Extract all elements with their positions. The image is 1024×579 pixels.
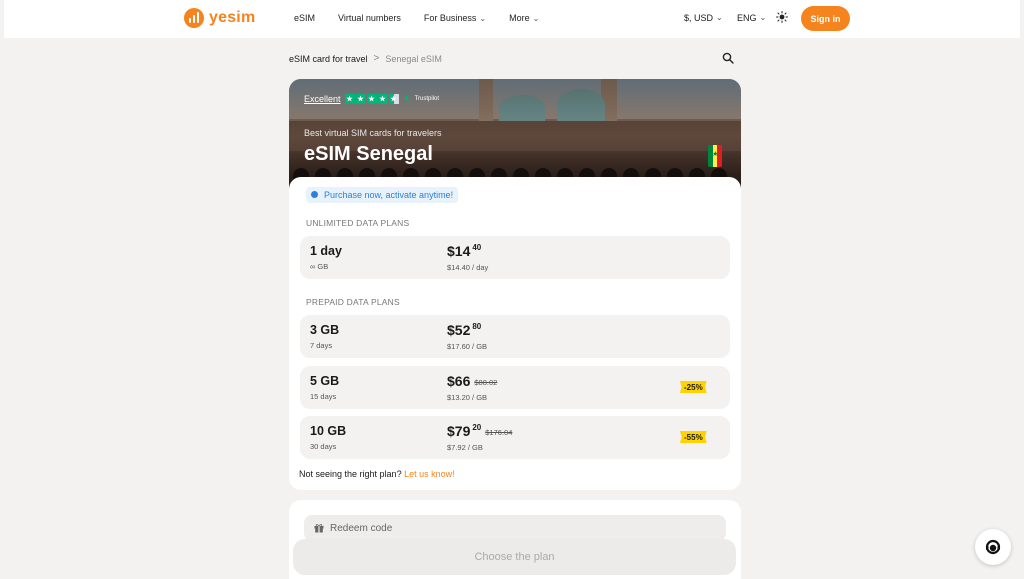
top-header: yesim eSIM Virtual numbers For Business ⌄… <box>4 0 1020 38</box>
plan-name: 3 GB <box>310 323 340 337</box>
old-price: $176.04 <box>485 428 513 437</box>
price-cents: 80 <box>472 322 482 331</box>
breadcrumb-separator: > <box>373 53 380 64</box>
price-main: $14 <box>447 243 471 259</box>
chevron-down-icon: ⌄ <box>716 13 723 22</box>
old-price: $88.02 <box>474 378 498 387</box>
logo-icon <box>184 8 204 28</box>
sun-icon[interactable] <box>776 11 788 23</box>
nav-label: More <box>509 13 530 23</box>
trustpilot-star-icon: ★ <box>402 93 411 103</box>
trustpilot-rating[interactable]: Excellent ★ ★ ★ ★ ★ ★ Trustpilot <box>304 93 439 104</box>
plan-duration: 30 days <box>310 442 337 451</box>
language-label: ENG <box>737 13 757 23</box>
page-title: eSIM Senegal <box>304 143 433 165</box>
trustpilot-stars-icon: ★ ★ ★ ★ ★ <box>344 93 399 104</box>
search-icon[interactable] <box>722 52 734 64</box>
redeem-placeholder: Redeem code <box>330 522 393 534</box>
plan-duration: 7 days <box>310 341 333 350</box>
language-selector[interactable]: ENG ⌄ <box>737 13 766 23</box>
chevron-down-icon: ⌄ <box>479 13 487 23</box>
price-main: $79 <box>447 423 471 439</box>
plan-price: $79 20 $176.04 <box>447 423 512 439</box>
plan-name: 1 day <box>310 244 342 258</box>
unlimited-heading: UNLIMITED DATA PLANS <box>306 218 410 228</box>
plan-unit-price: $13.20 / GB <box>447 393 488 402</box>
nav-label: For Business <box>423 13 477 23</box>
plan-unit-price: $17.60 / GB <box>447 342 488 351</box>
price-main: $66 <box>447 373 471 389</box>
discount-badge: -25% <box>680 381 707 393</box>
yesim-logo[interactable]: yesim <box>184 8 255 28</box>
hero-subtitle: Best virtual SIM cards for travelers <box>304 128 442 138</box>
discount-badge: -55% <box>680 431 707 443</box>
sign-in-button[interactable]: Sign in <box>801 6 850 31</box>
nav-item-for-business[interactable]: For Business ⌄ <box>424 13 486 23</box>
breadcrumb: eSIM card for travel > Senegal eSIM <box>289 53 442 64</box>
plans-card: Purchase now, activate anytime! UNLIMITE… <box>289 177 741 490</box>
support-chat-button[interactable] <box>975 529 1011 565</box>
choose-plan-button[interactable]: Choose the plan <box>293 539 736 575</box>
currency-label: $, USD <box>684 13 714 23</box>
price-main: $52 <box>447 322 471 338</box>
nav-item-more[interactable]: More ⌄ <box>509 13 539 23</box>
plan-unit-price: $14.40 / day <box>447 263 489 272</box>
plan-price: $52 80 <box>447 322 481 338</box>
plan-price: $66 $88.02 <box>447 373 497 389</box>
price-cents: 40 <box>472 243 482 252</box>
gift-icon <box>314 524 324 533</box>
senegal-flag-icon <box>708 145 722 167</box>
nav-label: eSIM <box>294 13 316 23</box>
main-nav: eSIM Virtual numbers For Business ⌄ More ⌄ <box>294 13 539 23</box>
trustpilot-label: Trustpilot <box>414 95 440 102</box>
plan-duration: 15 days <box>310 392 337 401</box>
breadcrumb-item-current: Senegal eSIM <box>385 53 442 64</box>
plan-name: 5 GB <box>310 374 340 388</box>
currency-selector[interactable]: $, USD ⌄ <box>684 13 723 23</box>
prepaid-heading: PREPAID DATA PLANS <box>306 297 400 307</box>
plan-row-unlimited-1-day[interactable]: 1 day ∞ GB $14 40 $14.40 / day <box>300 236 730 279</box>
plan-price: $14 40 <box>447 243 481 259</box>
nav-item-virtual-numbers[interactable]: Virtual numbers <box>338 13 401 23</box>
chevron-down-icon: ⌄ <box>759 13 767 22</box>
not-seeing-plan-text: Not seeing the right plan? Let us know! <box>299 469 455 479</box>
plan-row-3gb[interactable]: 3 GB 7 days $52 80 $17.60 / GB <box>300 315 730 358</box>
nav-label: Virtual numbers <box>338 13 401 23</box>
plan-row-10gb[interactable]: 10 GB 30 days $79 20 $176.04 $7.92 / GB -5… <box>300 416 730 459</box>
plan-data: ∞ GB <box>310 262 329 271</box>
let-us-know-link[interactable]: Let us know! <box>404 469 455 479</box>
promo-badge: Purchase now, activate anytime! <box>306 187 459 203</box>
plan-name: 10 GB <box>310 424 347 438</box>
chevron-down-icon: ⌄ <box>532 13 540 23</box>
plan-unit-price: $7.92 / GB <box>447 443 483 452</box>
price-cents: 20 <box>472 423 482 432</box>
breadcrumb-item-esim-card[interactable]: eSIM card for travel <box>289 54 368 64</box>
chat-agent-icon <box>985 539 1001 555</box>
rating-word: Excellent <box>304 93 341 104</box>
logo-text: yesim <box>209 9 256 26</box>
nav-item-esim[interactable]: eSIM <box>294 13 315 23</box>
plan-row-5gb[interactable]: 5 GB 15 days $66 $88.02 $13.20 / GB -25% <box>300 366 730 409</box>
not-seeing-label: Not seeing the right plan? <box>299 469 402 479</box>
redeem-code-field[interactable]: Redeem code <box>304 515 726 541</box>
